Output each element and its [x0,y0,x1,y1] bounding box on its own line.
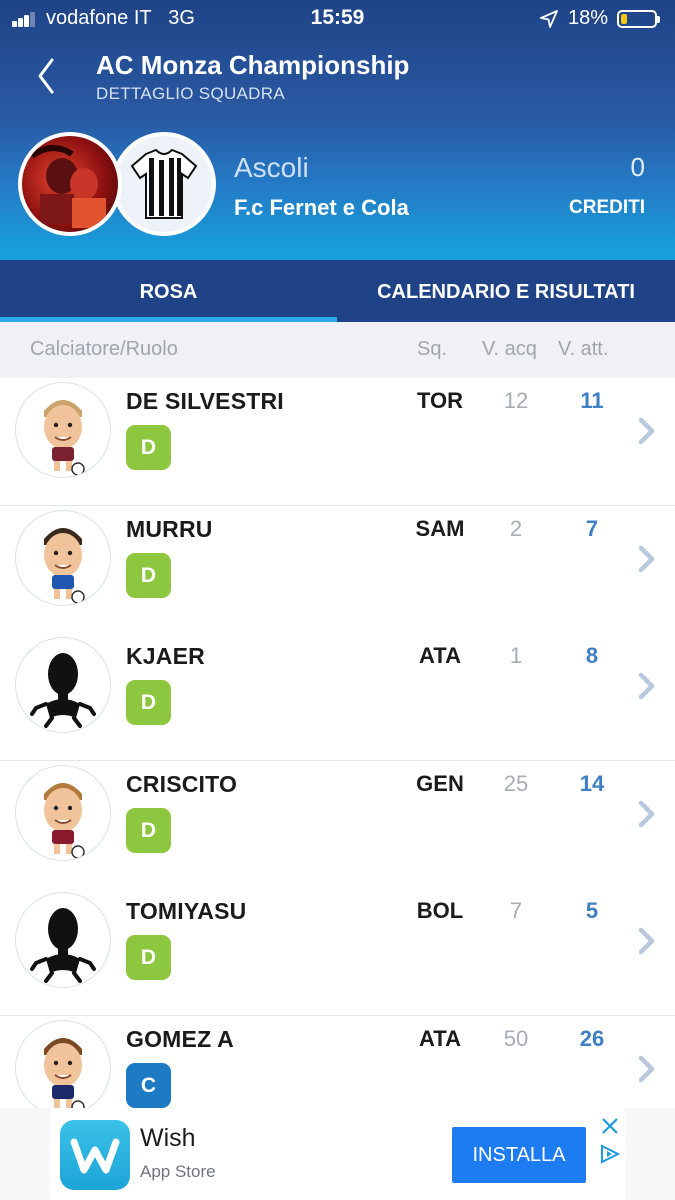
manager-photo-icon [30,145,106,228]
column-value-bought: V. acq [482,338,537,360]
value-bought: 50 [503,1025,529,1051]
player-name: MURRU [126,515,213,542]
player-team: BOL [416,898,464,923]
manager-name: F.c Fernet e Cola [234,195,409,220]
location-arrow-icon [540,10,558,28]
team-banner: Ascoli F.c Fernet e Cola 0 CREDITI [0,118,675,260]
credits-value: 0 [630,152,645,182]
player-name: GOMEZ A [126,1025,234,1052]
player-team: TOR [416,388,464,413]
value-current: 26 [579,1025,605,1051]
player-row[interactable]: KJAER D ATA 1 8 [0,633,675,761]
player-team: SAM [415,515,465,541]
player-silhouette-icon [30,653,96,728]
player-team: ATA [419,1025,461,1051]
player-row[interactable]: MURRU D SAM 2 7 [0,505,675,634]
role-badge: C [126,1062,171,1108]
player-cartoon-icon [44,400,85,476]
value-bought: 1 [509,643,523,668]
player-row[interactable]: DE SILVESTRI D TOR 12 11 [0,378,675,506]
role-badge: D [126,807,171,853]
close-icon[interactable] [601,1117,619,1135]
column-player-role: Calciatore/Ruolo [30,338,178,360]
back-button[interactable] [32,54,62,98]
chevron-right-icon[interactable] [636,544,658,574]
player-team: GEN [416,770,464,796]
player-avatar [15,509,111,606]
column-team: Sq. [417,338,448,360]
ad-app-name: Wish [140,1124,196,1152]
team-name: Ascoli [234,152,309,183]
player-name: DE SILVESTRI [126,388,284,414]
tab-calendario[interactable]: CALENDARIO E RISULTATI [337,260,675,322]
player-row[interactable]: CRISCITO D GEN 25 14 [0,760,675,889]
column-header: Calciatore/Ruolo Sq. V. acq V. att. [0,322,675,378]
role-badge: D [126,680,171,725]
chevron-right-icon[interactable] [636,1054,658,1084]
page-subtitle: DETTAGLIO SQUADRA [96,84,285,103]
wish-logo-icon[interactable] [60,1120,130,1190]
value-bought: 12 [503,388,529,413]
team-kit-avatar[interactable] [112,132,216,236]
value-current: 11 [580,388,604,413]
value-current: 8 [585,643,599,668]
value-bought: 2 [509,515,523,541]
battery-icon [617,10,660,28]
player-avatar [15,764,111,861]
value-bought: 25 [503,770,529,796]
value-current: 14 [579,770,605,796]
player-avatar [15,637,111,733]
battery-percent: 18% [568,7,609,29]
player-silhouette-icon [30,908,96,983]
page-title: AC Monza Championship [96,50,410,80]
role-badge: D [126,935,171,980]
chevron-right-icon[interactable] [636,799,658,829]
player-name: KJAER [126,643,205,669]
credits-label: CREDITI [569,197,645,218]
player-avatar [15,382,111,478]
player-cartoon-icon [44,527,85,604]
role-badge: D [126,552,171,598]
value-current: 7 [585,515,599,541]
chevron-right-icon[interactable] [636,926,658,956]
player-team: ATA [419,643,461,668]
player-cartoon-icon [44,782,85,859]
player-name: CRISCITO [126,770,238,797]
chevron-right-icon[interactable] [636,416,658,446]
manager-avatar[interactable] [18,132,122,236]
ad-store-label: App Store [140,1162,216,1181]
player-name: TOMIYASU [126,898,247,924]
ad-content[interactable]: Wish App Store INSTALLA [50,1108,625,1200]
install-button[interactable]: INSTALLA [452,1127,586,1183]
player-avatar [15,892,111,988]
player-cartoon-icon [44,1037,85,1114]
player-row[interactable]: TOMIYASU D BOL 7 5 [0,888,675,1016]
app-header: vodafone IT 3G 15:59 18% AC Monza Champi… [0,0,675,118]
chevron-right-icon[interactable] [636,671,658,701]
status-bar: vodafone IT 3G 15:59 18% [0,0,675,38]
value-bought: 7 [509,898,523,923]
value-current: 5 [585,898,599,923]
ad-banner: Wish App Store INSTALLA [0,1108,675,1200]
tab-bar: ROSA CALENDARIO E RISULTATI [0,260,675,322]
striped-jersey-icon [130,148,198,219]
column-value-current: V. att. [558,338,609,360]
tab-rosa[interactable]: ROSA [0,260,337,322]
player-avatar [15,1019,111,1116]
role-badge: D [126,425,171,470]
adchoices-icon[interactable] [599,1144,621,1164]
